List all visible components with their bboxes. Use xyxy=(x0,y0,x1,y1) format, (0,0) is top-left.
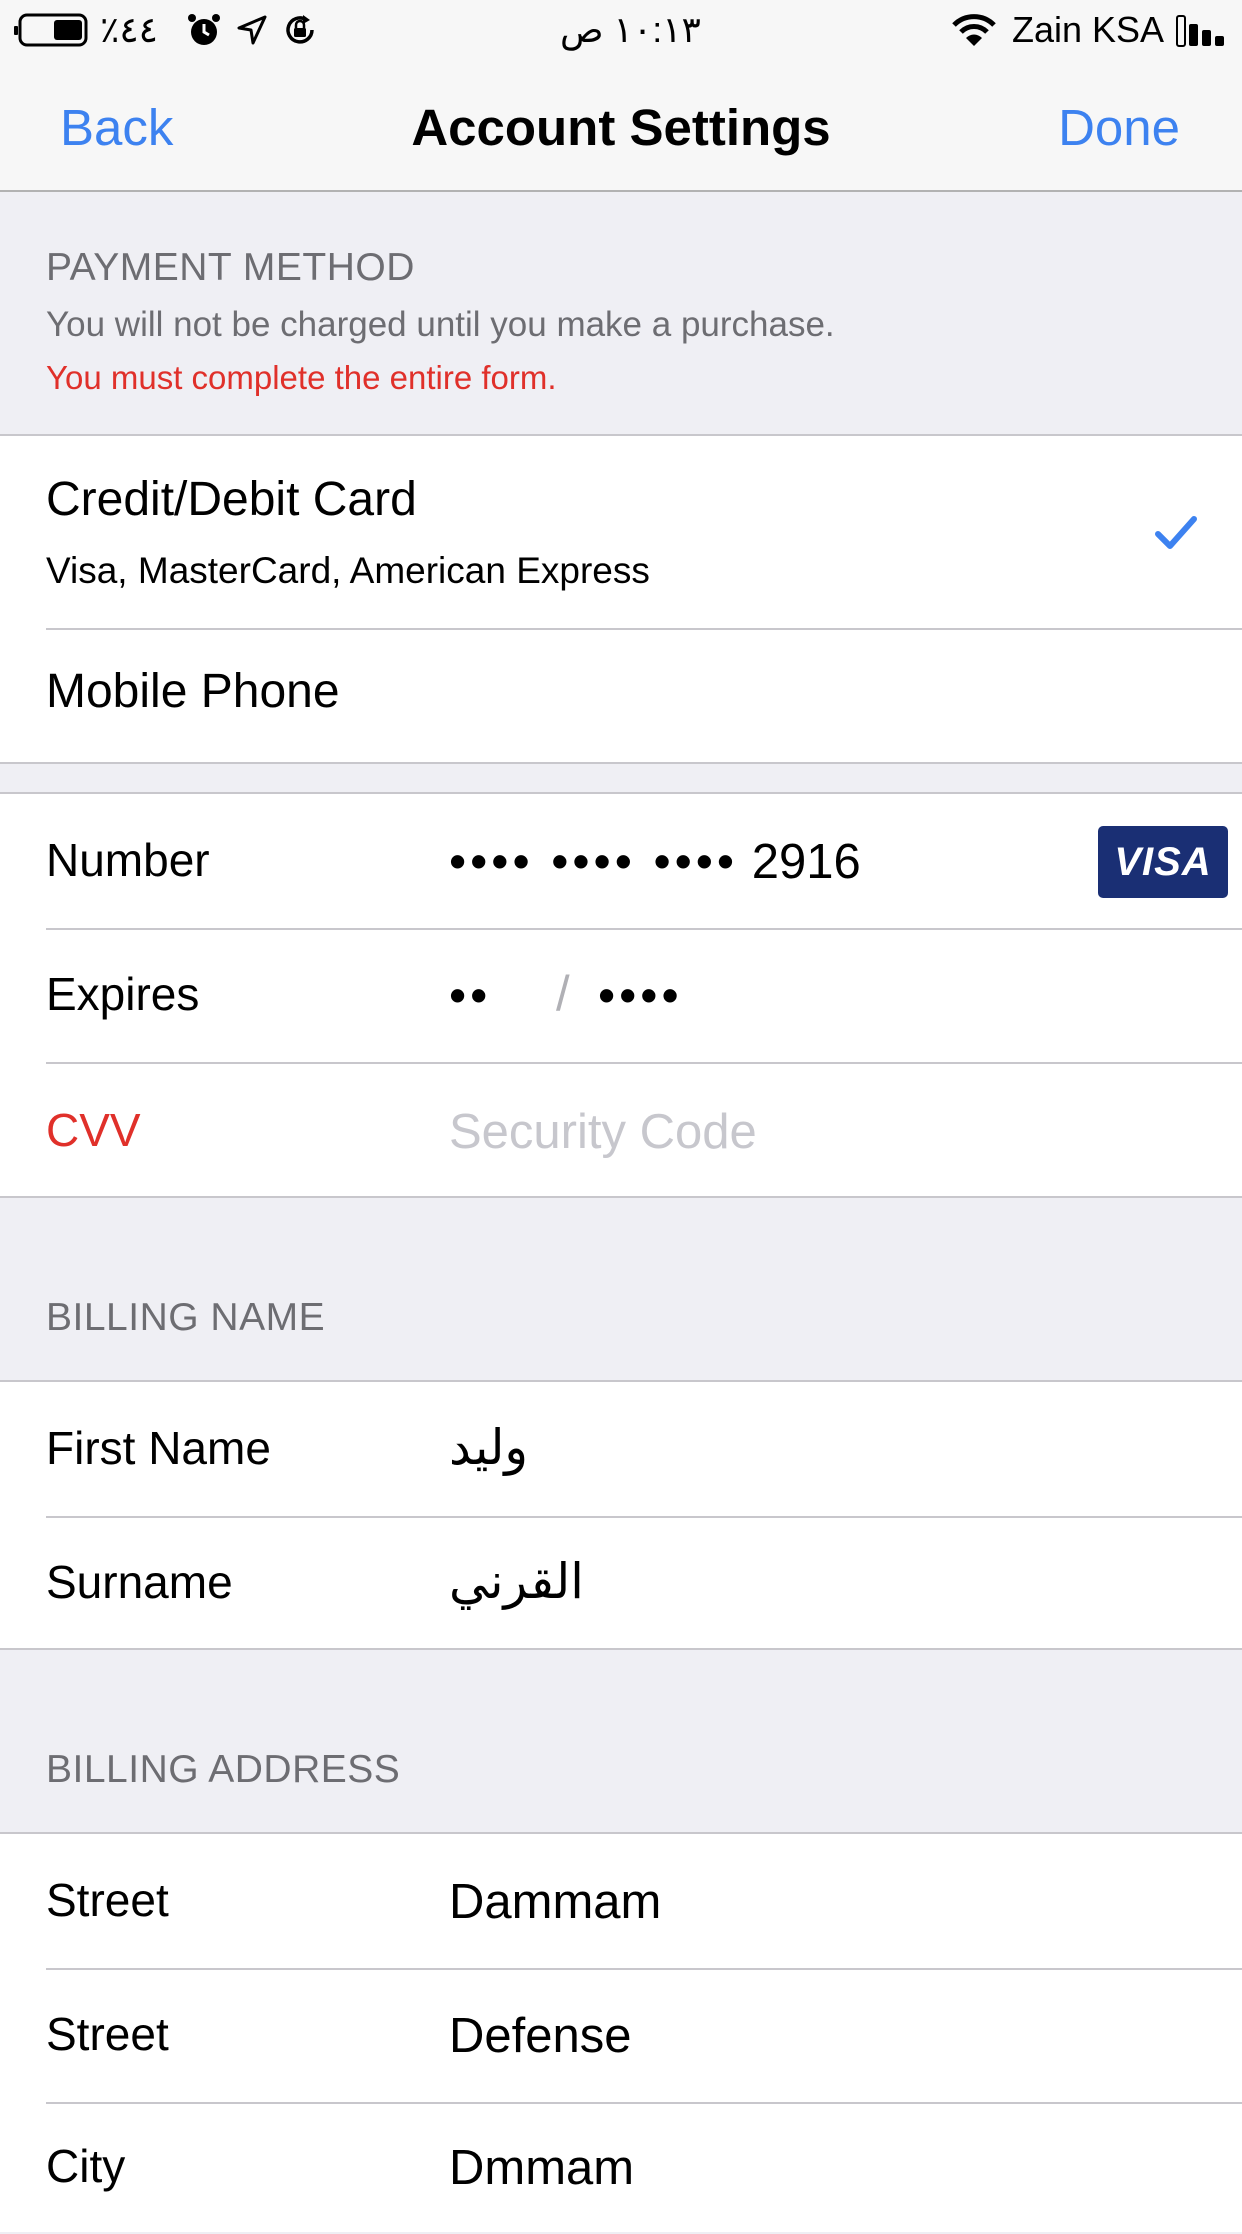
payment-method-subtitle: You will not be charged until you make a… xyxy=(46,305,835,344)
payment-option-credit-card[interactable]: Credit/Debit Card Visa, MasterCard, Amer… xyxy=(0,436,1242,629)
cvv-label: CVV xyxy=(46,1104,141,1156)
cvv-field[interactable]: Security Code xyxy=(449,1102,757,1162)
navigation-bar: Account Settings Back Done xyxy=(0,62,1242,192)
location-arrow-icon xyxy=(236,14,268,46)
card-details-group: Number •••• •••• •••• 2916 VISA Expires … xyxy=(0,792,1242,1198)
expiry-slash: / xyxy=(556,967,570,1021)
battery-percent: ٪٤٤ xyxy=(100,9,159,50)
done-button[interactable]: Done xyxy=(1058,98,1180,158)
carrier-name: Zain KSA xyxy=(1012,9,1165,50)
expiry-month-field[interactable]: •• xyxy=(449,966,491,1026)
form-error-message: You must complete the entire form. xyxy=(46,359,557,396)
surname-field[interactable]: القرني xyxy=(449,1552,584,1612)
rotation-lock-icon xyxy=(282,12,318,48)
billing-name-group: First Name وليد Surname القرني xyxy=(0,1380,1242,1650)
surname-row[interactable]: Surname القرني xyxy=(0,1518,1242,1648)
city-field[interactable]: Dmmam xyxy=(449,2138,634,2198)
billing-address-group: Street Dammam Street Defense City Dmmam xyxy=(0,1832,1242,2232)
card-number-label: Number xyxy=(46,834,210,886)
payment-method-header: PAYMENT METHOD xyxy=(46,246,415,289)
payment-option-subtitle: Visa, MasterCard, American Express xyxy=(46,550,650,591)
payment-option-mobile-phone[interactable]: Mobile Phone xyxy=(0,630,1242,762)
card-number-last4: 2916 xyxy=(751,835,861,889)
checkmark-icon xyxy=(1154,514,1198,554)
payment-option-title: Credit/Debit Card xyxy=(46,473,417,526)
back-button[interactable]: Back xyxy=(60,98,173,158)
battery-icon xyxy=(14,13,90,47)
card-number-value[interactable]: •••• •••• •••• 2916 xyxy=(449,832,861,892)
cvv-row[interactable]: CVV Security Code xyxy=(0,1064,1242,1196)
status-time: ١٠:١٣ ص xyxy=(560,9,701,50)
page-title: Account Settings xyxy=(411,99,831,156)
card-number-row[interactable]: Number •••• •••• •••• 2916 VISA xyxy=(0,794,1242,928)
street-field[interactable]: Defense xyxy=(449,2006,632,2066)
street-label: Street xyxy=(46,1874,169,1926)
expires-label: Expires xyxy=(46,968,200,1020)
signal-strength-icon xyxy=(1176,14,1228,48)
payment-option-title: Mobile Phone xyxy=(46,665,340,718)
street-label: Street xyxy=(46,2008,169,2060)
wifi-icon xyxy=(952,14,996,48)
billing-name-header: BILLING NAME xyxy=(46,1296,326,1339)
card-number-masked: •••• •••• •••• xyxy=(449,835,739,889)
visa-logo-icon: VISA xyxy=(1098,826,1228,898)
surname-label: Surname xyxy=(46,1556,233,1608)
first-name-field[interactable]: وليد xyxy=(449,1418,528,1478)
status-bar: ٪٤٤ ١٠:١٣ ص Zain KSA xyxy=(0,0,1242,62)
alarm-icon xyxy=(186,12,222,48)
expiry-year-field[interactable]: •••• xyxy=(598,966,683,1026)
street-row[interactable]: Street Dammam xyxy=(0,1834,1242,1968)
city-label: City xyxy=(46,2140,126,2192)
city-row[interactable]: City Dmmam xyxy=(0,2104,1242,2234)
first-name-row[interactable]: First Name وليد xyxy=(0,1382,1242,1516)
billing-address-header: BILLING ADDRESS xyxy=(46,1748,401,1791)
street-row[interactable]: Street Defense xyxy=(0,1970,1242,2102)
first-name-label: First Name xyxy=(46,1422,271,1474)
street-field[interactable]: Dammam xyxy=(449,1872,661,1932)
expiry-row[interactable]: Expires •• / •••• xyxy=(0,930,1242,1062)
payment-options-group: Credit/Debit Card Visa, MasterCard, Amer… xyxy=(0,434,1242,764)
